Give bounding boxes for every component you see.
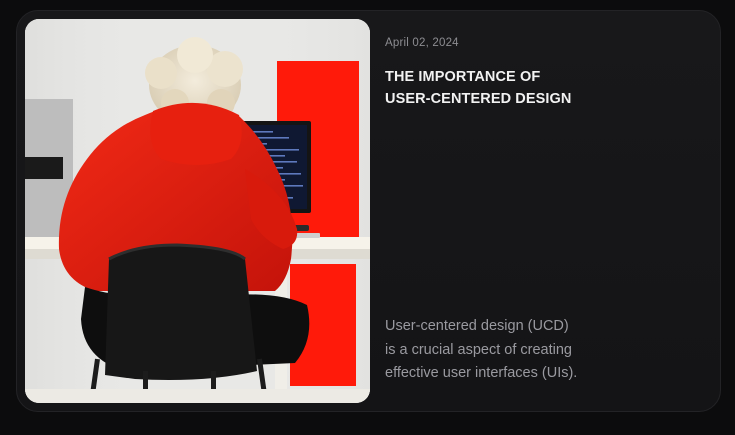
- post-title[interactable]: THE IMPORTANCE OF USER-CENTERED DESIGN: [385, 66, 705, 110]
- post-title-line-1[interactable]: THE IMPORTANCE OF: [385, 66, 705, 88]
- post-meta: April 02, 2024 THE IMPORTANCE OF USER-CE…: [385, 37, 705, 110]
- post-thumbnail[interactable]: [25, 19, 370, 403]
- post-date: April 02, 2024: [385, 37, 459, 49]
- illustration-person-at-desk: [25, 19, 370, 403]
- post-excerpt-line-3: effective user interfaces (UIs).: [385, 365, 578, 381]
- post-excerpt-line-1: User-centered design (UCD): [385, 318, 569, 334]
- post-excerpt: User-centered design (UCD) is a crucial …: [385, 315, 645, 386]
- post-title-line-2[interactable]: USER-CENTERED DESIGN: [385, 88, 705, 110]
- post-excerpt-line-2: is a crucial aspect of creating: [385, 341, 572, 358]
- blog-post-card[interactable]: April 02, 2024 THE IMPORTANCE OF USER-CE…: [16, 10, 721, 412]
